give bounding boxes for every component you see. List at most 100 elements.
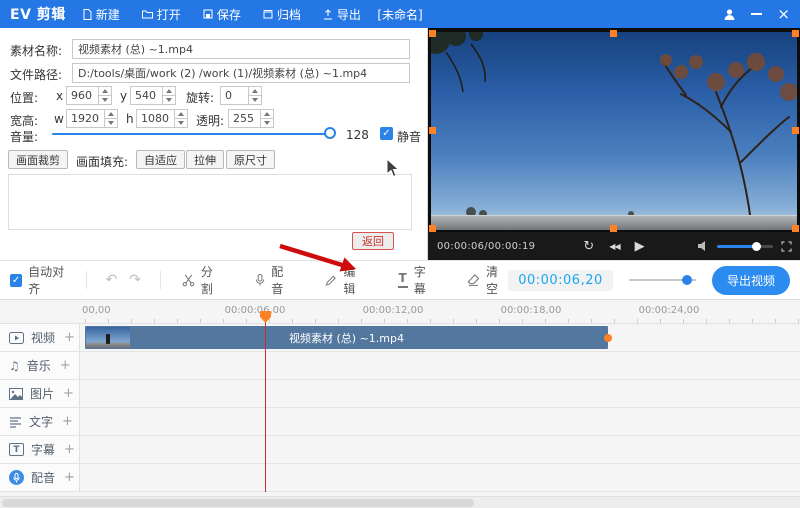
step-down-icon[interactable] bbox=[175, 118, 187, 127]
menu-item-archive[interactable]: 归档 bbox=[263, 6, 301, 23]
menu-item-export[interactable]: 导出 bbox=[323, 6, 361, 23]
split-button[interactable]: 分割 bbox=[182, 263, 223, 297]
preview-selection[interactable] bbox=[431, 32, 797, 230]
clear-button[interactable]: 清空 bbox=[467, 263, 508, 297]
play-button[interactable]: ▶ bbox=[635, 239, 645, 254]
step-down-icon[interactable] bbox=[99, 95, 111, 104]
fullscreen-icon[interactable] bbox=[781, 241, 792, 252]
width-stepper[interactable]: 1920 bbox=[66, 109, 118, 128]
track-label: 图片 bbox=[30, 385, 54, 402]
zoom-slider-knob[interactable] bbox=[682, 275, 692, 285]
step-up-icon[interactable] bbox=[105, 110, 117, 118]
menu-item-save[interactable]: 保存 bbox=[203, 6, 241, 23]
resize-handle-bottom-right[interactable] bbox=[792, 225, 799, 232]
minimize-icon[interactable] bbox=[751, 13, 762, 15]
step-up-icon[interactable] bbox=[163, 87, 175, 95]
position-y-value[interactable]: 540 bbox=[131, 87, 162, 104]
app-logo: EV 剪辑 bbox=[0, 4, 82, 24]
add-track-button[interactable]: + bbox=[60, 358, 71, 373]
split-label: 分割 bbox=[201, 263, 223, 297]
loop-icon[interactable]: ↻ bbox=[583, 239, 594, 254]
undo-icon[interactable]: ↶ bbox=[106, 272, 118, 288]
track-head-video: 视频 + bbox=[0, 324, 80, 351]
ruler-label: 00:00:24,00 bbox=[639, 305, 700, 316]
rotate-stepper[interactable]: 0 bbox=[220, 86, 262, 105]
user-account-icon[interactable] bbox=[723, 8, 736, 21]
material-name-input[interactable]: 视频素材 (总) ~1.mp4 bbox=[72, 39, 410, 59]
playback-controls: 00:00:06/00:00:19 ↻ ◀◀ ▶ bbox=[428, 232, 800, 260]
step-up-icon[interactable] bbox=[175, 110, 187, 118]
fill-auto-button[interactable]: 自适应 bbox=[136, 150, 185, 169]
timeline-ruler[interactable]: 00,00 00:00:06,00 00:00:12,00 00:00:18,0… bbox=[0, 300, 800, 324]
timeline-scrollbar[interactable] bbox=[0, 496, 800, 508]
preview-volume-knob[interactable] bbox=[752, 242, 761, 251]
rewind-icon[interactable]: ◀◀ bbox=[609, 242, 619, 251]
resize-handle-top-middle[interactable] bbox=[610, 30, 617, 37]
file-path-label: 文件路径: bbox=[10, 66, 62, 83]
menu-item-open[interactable]: 打开 bbox=[142, 6, 181, 23]
position-y-stepper[interactable]: 540 bbox=[130, 86, 176, 105]
track-head-picture: 图片 + bbox=[0, 380, 80, 407]
resize-handle-top-right[interactable] bbox=[792, 30, 799, 37]
menu-item-label: 保存 bbox=[217, 6, 241, 23]
speaker-icon[interactable] bbox=[698, 241, 709, 251]
resize-handle-top-left[interactable] bbox=[429, 30, 436, 37]
fill-stretch-button[interactable]: 拉伸 bbox=[186, 150, 224, 169]
step-up-icon[interactable] bbox=[261, 110, 273, 118]
track-label: 视频 bbox=[31, 329, 55, 346]
step-down-icon[interactable] bbox=[163, 95, 175, 104]
video-preview[interactable] bbox=[431, 32, 797, 230]
track-label: 文字 bbox=[29, 413, 53, 430]
position-x-stepper[interactable]: 960 bbox=[66, 86, 112, 105]
volume-slider-knob[interactable] bbox=[324, 127, 336, 139]
resize-handle-middle-right[interactable] bbox=[792, 127, 799, 134]
scissors-icon bbox=[182, 273, 195, 287]
rotate-value[interactable]: 0 bbox=[221, 87, 248, 104]
step-down-icon[interactable] bbox=[249, 95, 261, 104]
export-video-button[interactable]: 导出视频 bbox=[712, 266, 790, 295]
add-track-button[interactable]: + bbox=[63, 386, 74, 401]
redo-icon[interactable]: ↷ bbox=[129, 272, 141, 288]
mouse-cursor bbox=[386, 158, 400, 178]
clip-trim-handle[interactable] bbox=[604, 334, 612, 342]
timeline-scrollbar-thumb[interactable] bbox=[2, 499, 474, 507]
playback-time: 00:00:06/00:00:19 bbox=[437, 241, 535, 252]
add-track-button[interactable]: + bbox=[64, 470, 75, 485]
opacity-value[interactable]: 255 bbox=[229, 110, 260, 127]
file-path-input[interactable]: D:/tools/桌面/work (2) /work (1)/视频素材 (总) … bbox=[72, 63, 410, 83]
sky-trees-image bbox=[431, 32, 797, 230]
menubar: 新建 打开 保存 归档 导出 bbox=[82, 6, 361, 23]
position-x-value[interactable]: 960 bbox=[67, 87, 98, 104]
step-down-icon[interactable] bbox=[105, 118, 117, 127]
fill-original-button[interactable]: 原尺寸 bbox=[226, 150, 275, 169]
preview-volume-fill bbox=[717, 245, 755, 248]
height-value[interactable]: 1080 bbox=[137, 110, 174, 127]
width-value[interactable]: 1920 bbox=[67, 110, 104, 127]
step-up-icon[interactable] bbox=[249, 87, 261, 95]
subtitle-button[interactable]: T 字幕 bbox=[398, 263, 436, 297]
add-track-button[interactable]: + bbox=[64, 442, 75, 457]
menu-item-new[interactable]: 新建 bbox=[82, 6, 120, 23]
close-icon[interactable]: × bbox=[777, 7, 790, 22]
video-clip[interactable]: 视频素材 (总) ~1.mp4 bbox=[85, 326, 608, 349]
height-stepper[interactable]: 1080 bbox=[136, 109, 188, 128]
opacity-stepper[interactable]: 255 bbox=[228, 109, 274, 128]
auto-align-toggle[interactable]: ✓ 自动对齐 bbox=[10, 263, 73, 297]
zoom-slider[interactable] bbox=[629, 279, 696, 281]
mute-checkbox[interactable]: ✓ bbox=[380, 127, 393, 140]
resize-handle-bottom-left[interactable] bbox=[429, 225, 436, 232]
step-down-icon[interactable] bbox=[261, 118, 273, 127]
open-folder-icon bbox=[142, 9, 153, 19]
auto-align-checkbox[interactable]: ✓ bbox=[10, 274, 22, 287]
step-up-icon[interactable] bbox=[99, 87, 111, 95]
add-track-button[interactable]: + bbox=[64, 330, 75, 345]
resize-handle-middle-left[interactable] bbox=[429, 127, 436, 134]
volume-slider-track[interactable] bbox=[52, 133, 328, 135]
add-track-button[interactable]: + bbox=[62, 414, 73, 429]
playhead-line[interactable] bbox=[265, 322, 266, 492]
resize-handle-bottom-middle[interactable] bbox=[610, 225, 617, 232]
subtitle-label: 字幕 bbox=[414, 263, 435, 297]
size-label: 宽高: bbox=[10, 112, 38, 129]
crop-button[interactable]: 画面裁剪 bbox=[8, 150, 68, 169]
preview-volume-slider[interactable] bbox=[717, 245, 773, 248]
